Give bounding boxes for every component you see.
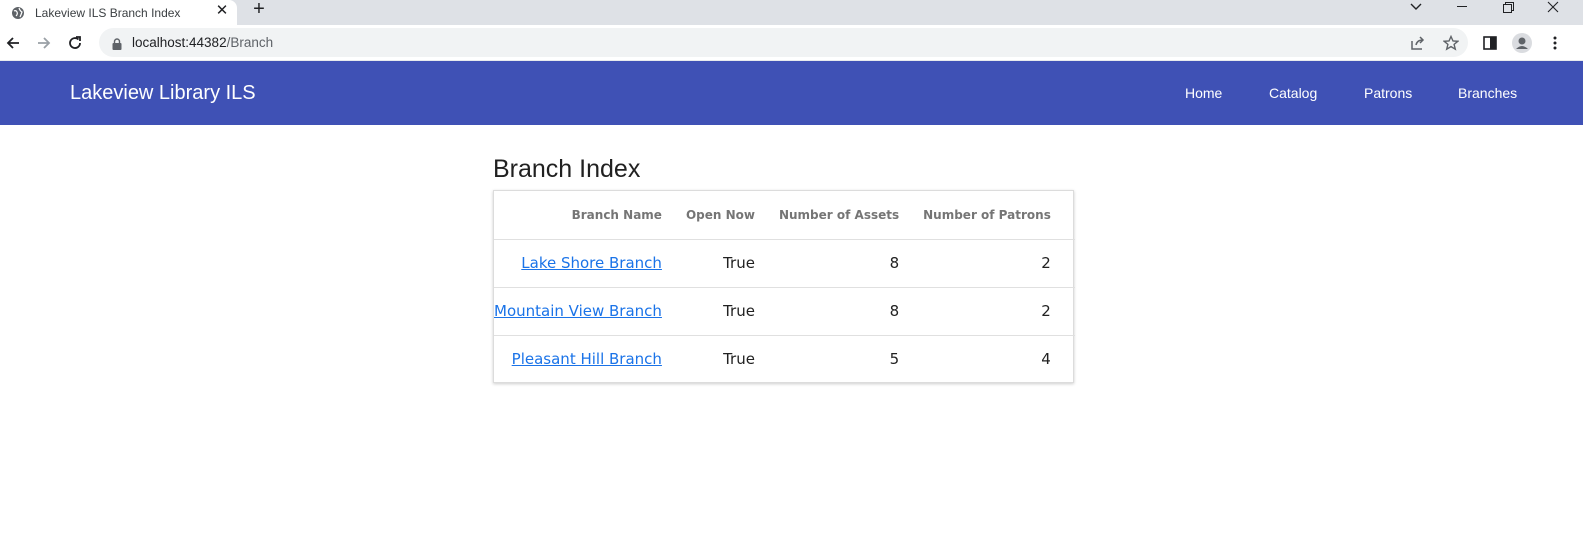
menu-kebab-icon[interactable] (1545, 33, 1565, 53)
header-number-of-patrons[interactable]: Number of Patrons (923, 191, 1075, 240)
nav-branches[interactable]: Branches (1458, 85, 1517, 101)
app-navbar: Lakeview Library ILS Home Catalog Patron… (0, 61, 1583, 125)
lock-icon[interactable] (112, 37, 122, 55)
url-host: localhost:44382 (132, 35, 227, 50)
new-tab-icon[interactable]: + (248, 0, 270, 21)
minimize-icon[interactable] (1451, 0, 1473, 14)
share-icon[interactable] (1409, 34, 1427, 52)
header-open-now[interactable]: Open Now (685, 191, 779, 240)
table-header-row: Branch Name Open Now Number of Assets Nu… (494, 191, 1075, 240)
branch-name-cell: Pleasant Hill Branch (494, 335, 686, 383)
address-bar[interactable]: localhost:44382/Branch (99, 28, 1468, 57)
browser-tab-strip: Lakeview ILS Branch Index ✕ + (0, 0, 1583, 25)
table-row: Mountain View Branch True 8 2 (494, 287, 1075, 336)
brand-link[interactable]: Lakeview Library ILS (70, 82, 256, 105)
nav-patrons[interactable]: Patrons (1364, 85, 1412, 101)
branch-table-card: Branch Name Open Now Number of Assets Nu… (493, 190, 1075, 383)
url-text[interactable]: localhost:44382/Branch (132, 35, 273, 50)
branch-link[interactable]: Pleasant Hill Branch (512, 350, 662, 368)
nav-catalog[interactable]: Catalog (1269, 85, 1317, 101)
assets-cell: 8 (778, 287, 924, 336)
bookmark-star-icon[interactable] (1442, 34, 1460, 52)
table-row: Pleasant Hill Branch True 5 4 (494, 335, 1075, 383)
assets-cell: 5 (889, 350, 900, 369)
close-tab-icon[interactable]: ✕ (213, 2, 231, 20)
branch-link[interactable]: Mountain View Branch (494, 302, 662, 320)
back-icon[interactable] (2, 32, 24, 54)
nav-home[interactable]: Home (1185, 85, 1222, 101)
header-number-of-assets[interactable]: Number of Assets (778, 191, 924, 240)
patrons-cell: 4 (1041, 350, 1051, 369)
patrons-cell: 2 (923, 287, 1075, 336)
browser-tab[interactable]: Lakeview ILS Branch Index ✕ (0, 0, 237, 25)
close-window-icon[interactable] (1542, 0, 1564, 14)
tab-search-chevron-icon[interactable] (1405, 0, 1427, 14)
open-now-cell: True (685, 239, 779, 288)
header-branch-name[interactable]: Branch Name (494, 191, 686, 240)
assets-cell: 8 (778, 239, 924, 288)
open-now-cell: True (723, 350, 755, 369)
page-title: Branch Index (493, 155, 641, 183)
tab-title: Lakeview ILS Branch Index (35, 5, 181, 20)
forward-icon[interactable] (33, 32, 55, 54)
globe-icon (11, 6, 25, 20)
open-now-cell: True (685, 287, 779, 336)
branch-link[interactable]: Lake Shore Branch (521, 254, 662, 272)
profile-avatar-icon[interactable] (1512, 33, 1532, 53)
branch-name-cell: Lake Shore Branch (494, 239, 686, 288)
url-path: /Branch (226, 35, 274, 50)
patrons-cell: 2 (923, 239, 1075, 288)
browser-toolbar: localhost:44382/Branch (0, 25, 1583, 61)
side-panel-icon[interactable] (1480, 33, 1500, 53)
restore-icon[interactable] (1497, 0, 1519, 14)
branch-name-cell: Mountain View Branch (494, 287, 686, 336)
reload-icon[interactable] (64, 32, 86, 54)
table-row: Lake Shore Branch True 8 2 (494, 239, 1075, 288)
branch-table: Branch Name Open Now Number of Assets Nu… (494, 191, 1075, 383)
